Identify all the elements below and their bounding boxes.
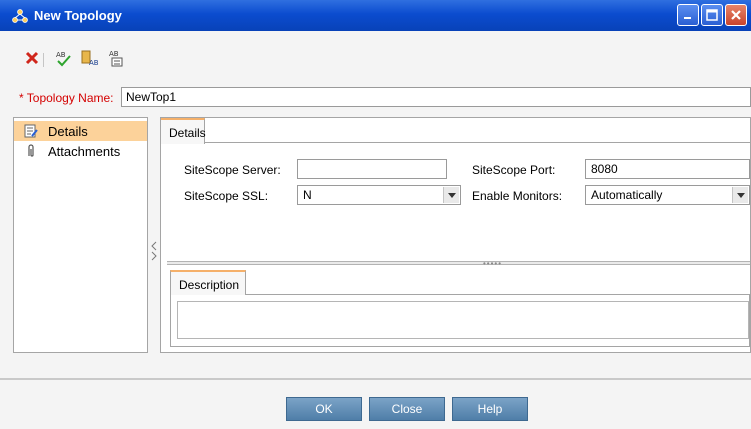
paperclip-icon <box>28 144 34 157</box>
ab-format-icon: AB <box>81 50 99 67</box>
ab-list-button[interactable]: AB <box>106 48 126 68</box>
nav-item-label: Details <box>48 123 88 139</box>
splitter-grip-icon: ••••• <box>483 259 503 268</box>
chevron-down-icon <box>732 187 748 203</box>
dialog-footer: OK Close Help <box>0 380 751 429</box>
collapse-panel-toggle[interactable] <box>150 240 158 265</box>
details-icon <box>24 124 38 138</box>
chevron-down-icon <box>443 187 459 203</box>
ab-list-icon: AB <box>109 50 123 67</box>
tab-description-label: Description <box>179 278 240 292</box>
enable-monitors-select[interactable]: Automatically <box>585 185 750 205</box>
delete-x-icon <box>25 51 39 65</box>
window-title: New Topology <box>34 8 122 23</box>
delete-button[interactable] <box>22 48 42 68</box>
enable-monitors-label: Enable Monitors: <box>472 189 563 203</box>
svg-text:AB: AB <box>56 51 66 59</box>
title-bar: New Topology <box>0 0 751 31</box>
sitescope-server-input[interactable] <box>297 159 447 179</box>
details-panel: Details SiteScope Server: SiteScope Port… <box>160 117 751 353</box>
toolbar-separator <box>43 53 44 67</box>
close-window-button[interactable] <box>725 4 747 26</box>
new-topology-dialog: New Topology AB AB AB * Topology Name: N… <box>0 0 751 429</box>
sitescope-server-label: SiteScope Server: <box>184 163 281 177</box>
horizontal-splitter[interactable] <box>167 261 750 265</box>
section-nav: Details Attachments <box>13 117 148 353</box>
spell-check-button[interactable]: AB <box>53 48 73 68</box>
tab-details-label: Details <box>169 126 206 140</box>
sitescope-ssl-value: N <box>303 188 312 202</box>
toolbar: AB AB AB <box>0 31 751 83</box>
window-controls <box>677 4 747 26</box>
minimize-button[interactable] <box>677 4 699 26</box>
maximize-button[interactable] <box>701 4 723 26</box>
enable-monitors-value: Automatically <box>591 188 663 202</box>
sitescope-port-label: SiteScope Port: <box>472 163 556 177</box>
close-icon <box>731 10 741 20</box>
tab-details[interactable]: Details <box>161 118 206 144</box>
sitescope-port-input[interactable]: 8080 <box>585 159 750 179</box>
ok-button[interactable]: OK <box>286 397 362 421</box>
svg-text:AB: AB <box>89 59 99 67</box>
sitescope-ssl-select[interactable]: N <box>297 185 461 205</box>
collapse-arrows-icon <box>151 241 157 261</box>
tab-divider <box>205 142 750 143</box>
tab-description[interactable]: Description <box>170 270 246 296</box>
topology-name-label: * Topology Name: <box>19 91 114 105</box>
sitescope-ssl-label: SiteScope SSL: <box>184 189 269 203</box>
description-textarea[interactable] <box>177 301 749 339</box>
topology-icon <box>12 8 28 23</box>
ab-format-button[interactable]: AB <box>80 48 100 68</box>
close-button[interactable]: Close <box>369 397 445 421</box>
maximize-icon <box>706 9 718 21</box>
nav-item-attachments[interactable]: Attachments <box>14 141 147 161</box>
nav-item-details[interactable]: Details <box>14 121 147 141</box>
description-panel <box>170 295 750 347</box>
spell-check-icon: AB <box>56 51 71 67</box>
svg-text:AB: AB <box>109 50 119 58</box>
help-button[interactable]: Help <box>452 397 528 421</box>
topology-name-input[interactable]: NewTop1 <box>121 87 751 107</box>
nav-item-label: Attachments <box>48 143 121 159</box>
minimize-icon <box>684 17 691 19</box>
